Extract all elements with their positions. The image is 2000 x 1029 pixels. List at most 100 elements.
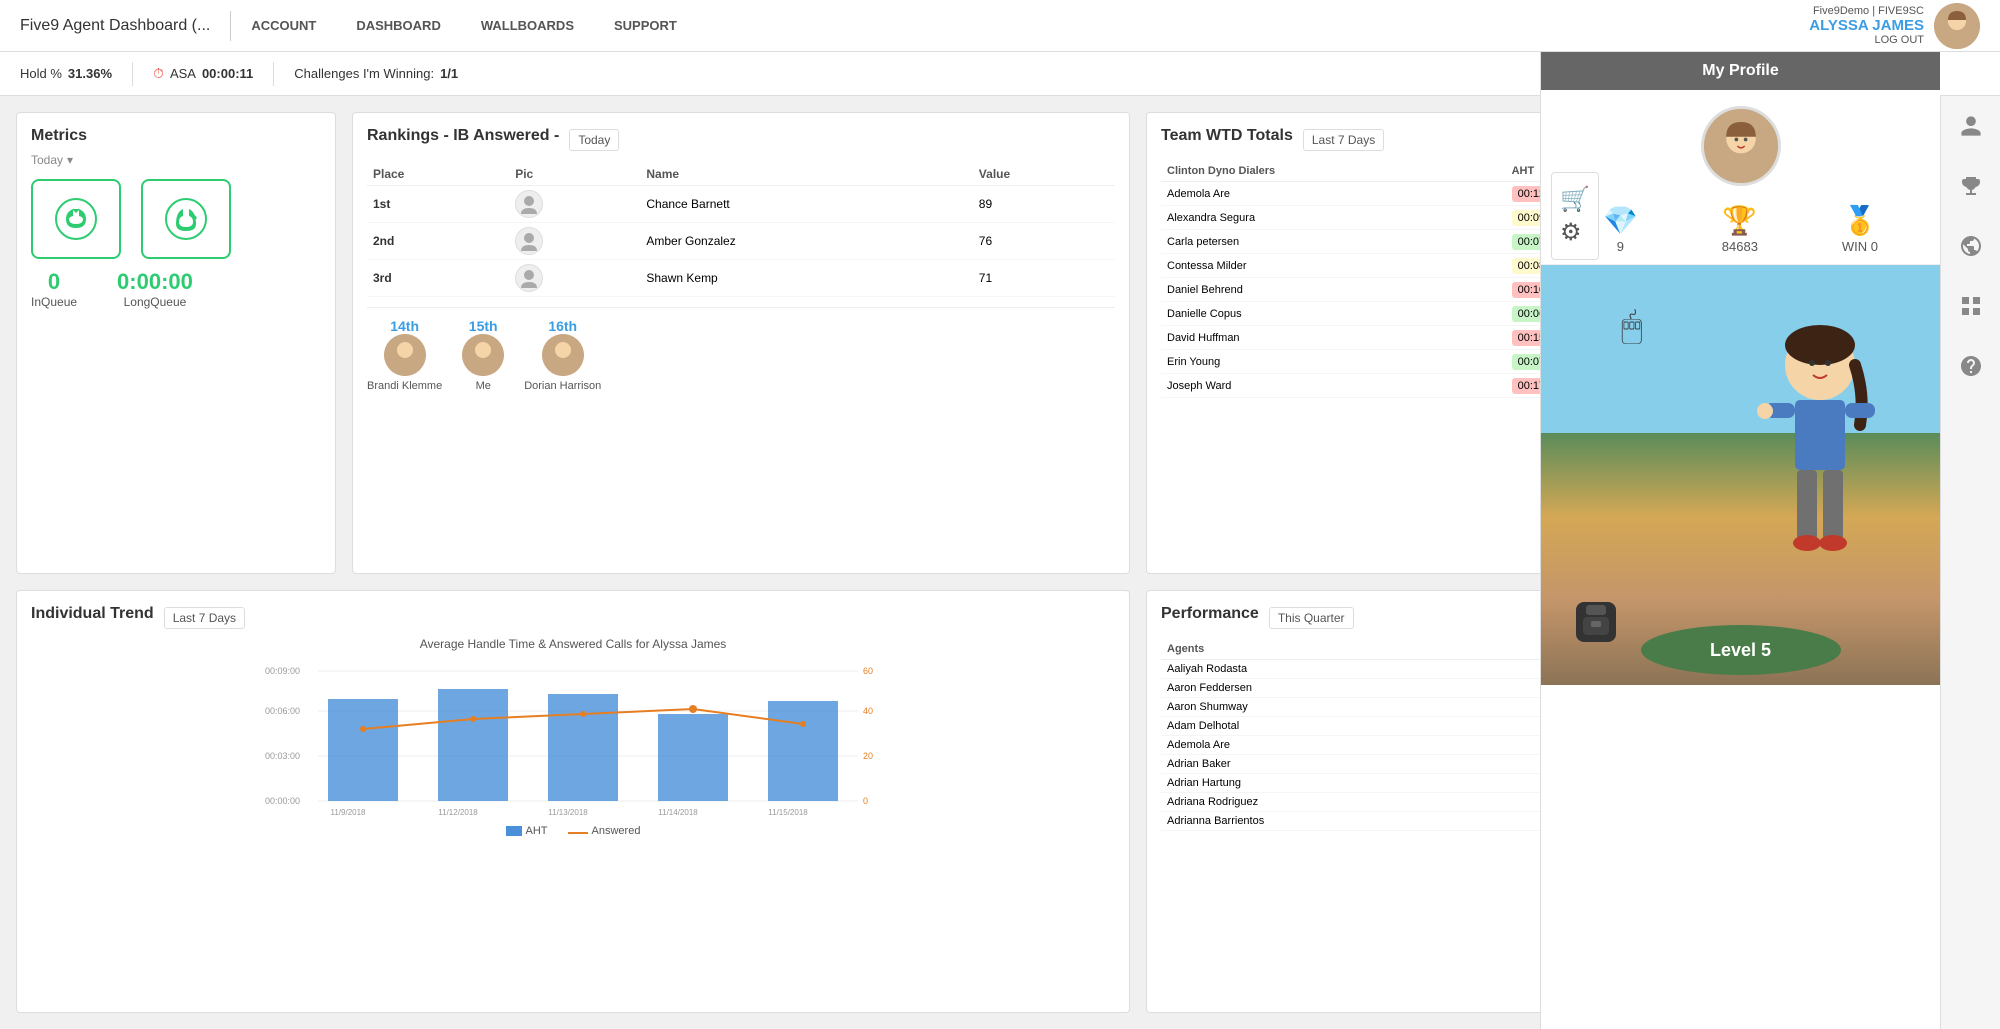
challenges-metric: Challenges I'm Winning: 1/1: [294, 66, 458, 81]
svg-text:11/13/2018: 11/13/2018: [548, 808, 588, 817]
svg-text:11/14/2018: 11/14/2018: [658, 808, 698, 817]
challenges-label: Challenges I'm Winning:: [294, 66, 434, 81]
wtd-col-name: Clinton Dyno Dialers: [1161, 161, 1506, 182]
sidebar-icon-user[interactable]: [1951, 106, 1991, 146]
challenges-value: 1/1: [440, 66, 458, 81]
answered-legend-line: [568, 832, 588, 834]
profile-panel: My Profile 💎 9 🏆 84683 🥇 WIN 0: [1540, 52, 1940, 1029]
rankings-card: Rankings - IB Answered - Today Place Pic…: [352, 112, 1130, 574]
rank-person: 14th Brandi Klemme: [367, 318, 442, 392]
level-text: Level 5: [1710, 640, 1771, 661]
rankings-header: Rankings - IB Answered - Today: [367, 127, 1115, 153]
rank-person-avatar: [542, 334, 584, 376]
user-area: Five9Demo | FIVE9SC ALYSSA JAMES LOG OUT: [1809, 3, 1980, 49]
rankings-title: Rankings - IB Answered -: [367, 127, 559, 145]
sidebar-icon-trophy[interactable]: [1951, 166, 1991, 206]
chart-title: Average Handle Time & Answered Calls for…: [31, 637, 1115, 651]
inqueue-value: 0 InQueue: [31, 269, 77, 309]
svg-text:0: 0: [863, 796, 868, 806]
nav-wallboards[interactable]: WALLBOARDS: [481, 18, 574, 33]
performance-title: Performance: [1161, 605, 1259, 623]
svg-text:11/9/2018: 11/9/2018: [331, 808, 367, 817]
rank-person-pos: 14th: [367, 318, 442, 334]
profile-scene: Level 5 🖱: [1541, 265, 1940, 685]
cursor-icon: 🖱: [1621, 305, 1643, 348]
settings-icon[interactable]: ⚙: [1560, 218, 1590, 247]
profile-badges: 💎 9 🏆 84683 🥇 WIN 0: [1541, 194, 1940, 265]
wtd-name: Daniel Behrend: [1161, 278, 1506, 302]
right-sidebar: [1940, 96, 2000, 1029]
team-wtd-dropdown[interactable]: Last 7 Days: [1303, 129, 1384, 151]
perf-col-agents: Agents: [1161, 639, 1548, 660]
asa-metric: ⏱ ASA 00:00:11: [153, 65, 253, 82]
perf-agent-name: Adrian Hartung: [1161, 774, 1548, 793]
nav-account[interactable]: ACCOUNT: [251, 18, 316, 33]
col-place: Place: [367, 163, 509, 186]
perf-agent-name: Adriana Rodriguez: [1161, 793, 1548, 812]
svg-text:11/12/2018: 11/12/2018: [438, 808, 478, 817]
rank-value: 76: [973, 223, 1115, 260]
legend-aht: AHT: [506, 825, 548, 837]
perf-agent-name: Ademola Are: [1161, 736, 1548, 755]
popup-menu: 🛒 ⚙: [1551, 172, 1599, 260]
nav-support[interactable]: SUPPORT: [614, 18, 677, 33]
rank-avatar-icon: [515, 227, 543, 255]
inqueue-icon-box: [31, 179, 121, 259]
rank-value: 71: [973, 260, 1115, 297]
rank-name: Shawn Kemp: [640, 260, 972, 297]
perf-agent-name: Aaron Shumway: [1161, 698, 1548, 717]
col-value: Value: [973, 163, 1115, 186]
rank-person-name: Me: [462, 380, 504, 392]
svg-text:60: 60: [863, 666, 873, 676]
medal-count: WIN 0: [1842, 239, 1878, 254]
svg-text:00:00:00: 00:00:00: [265, 796, 300, 806]
trend-card: Individual Trend Last 7 Days Average Han…: [16, 590, 1130, 1013]
sidebar-icon-grid[interactable]: [1951, 286, 1991, 326]
sidebar-icon-globe[interactable]: [1951, 226, 1991, 266]
performance-dropdown[interactable]: This Quarter: [1269, 607, 1354, 629]
trophy-count: 84683: [1722, 239, 1758, 254]
col-pic: Pic: [509, 163, 640, 186]
aht-legend-label: AHT: [526, 825, 548, 837]
hold-metric: Hold % 31.36%: [20, 66, 112, 81]
table-row: 1st Chance Barnett 89: [367, 186, 1115, 223]
chart-legend: AHT Answered: [31, 825, 1115, 837]
rank-person-pos: 15th: [462, 318, 504, 334]
perf-agent-name: Aaron Feddersen: [1161, 679, 1548, 698]
sidebar-icon-help[interactable]: [1951, 346, 1991, 386]
top-nav: Five9 Agent Dashboard (... ACCOUNT DASHB…: [0, 0, 2000, 52]
rank-place: 2nd: [367, 223, 509, 260]
rank-pic: [509, 223, 640, 260]
rank-person: 15th Me: [462, 318, 504, 392]
answered-legend-label: Answered: [592, 825, 641, 837]
user-avatar: [1934, 3, 1980, 49]
badge-diamond: 💎 9: [1603, 204, 1638, 254]
trophy-icon: 🏆: [1722, 204, 1758, 237]
metric-divider-1: [132, 62, 133, 86]
cart-icon[interactable]: 🛒: [1560, 185, 1590, 214]
rankings-dropdown[interactable]: Today: [569, 129, 619, 151]
chevron-down-icon[interactable]: ▾: [67, 153, 73, 167]
col-name: Name: [640, 163, 972, 186]
table-row: 2nd Amber Gonzalez 76: [367, 223, 1115, 260]
level-platform: Level 5: [1641, 625, 1841, 675]
metrics-card-title: Metrics: [31, 127, 321, 145]
rank-person-avatar: [462, 334, 504, 376]
backpack-area: [1571, 597, 1621, 650]
svg-text:00:09:00: 00:09:00: [265, 666, 300, 676]
logout-link[interactable]: LOG OUT: [1809, 34, 1924, 46]
nav-dashboard[interactable]: DASHBOARD: [356, 18, 441, 33]
legend-answered: Answered: [568, 825, 641, 837]
wtd-name: Alexandra Segura: [1161, 206, 1506, 230]
metrics-card: Metrics Today ▾: [16, 112, 336, 574]
trend-dropdown[interactable]: Last 7 Days: [164, 607, 245, 629]
user-name[interactable]: ALYSSA JAMES: [1809, 17, 1924, 34]
rank-pic: [509, 260, 640, 297]
svg-text:20: 20: [863, 751, 873, 761]
wtd-name: Danielle Copus: [1161, 302, 1506, 326]
profile-header: My Profile: [1541, 52, 1940, 90]
svg-text:00:06:00: 00:06:00: [265, 706, 300, 716]
trend-header: Individual Trend Last 7 Days: [31, 605, 1115, 631]
perf-agent-name: Adrianna Barrientos: [1161, 812, 1548, 831]
wtd-name: Carla petersen: [1161, 230, 1506, 254]
